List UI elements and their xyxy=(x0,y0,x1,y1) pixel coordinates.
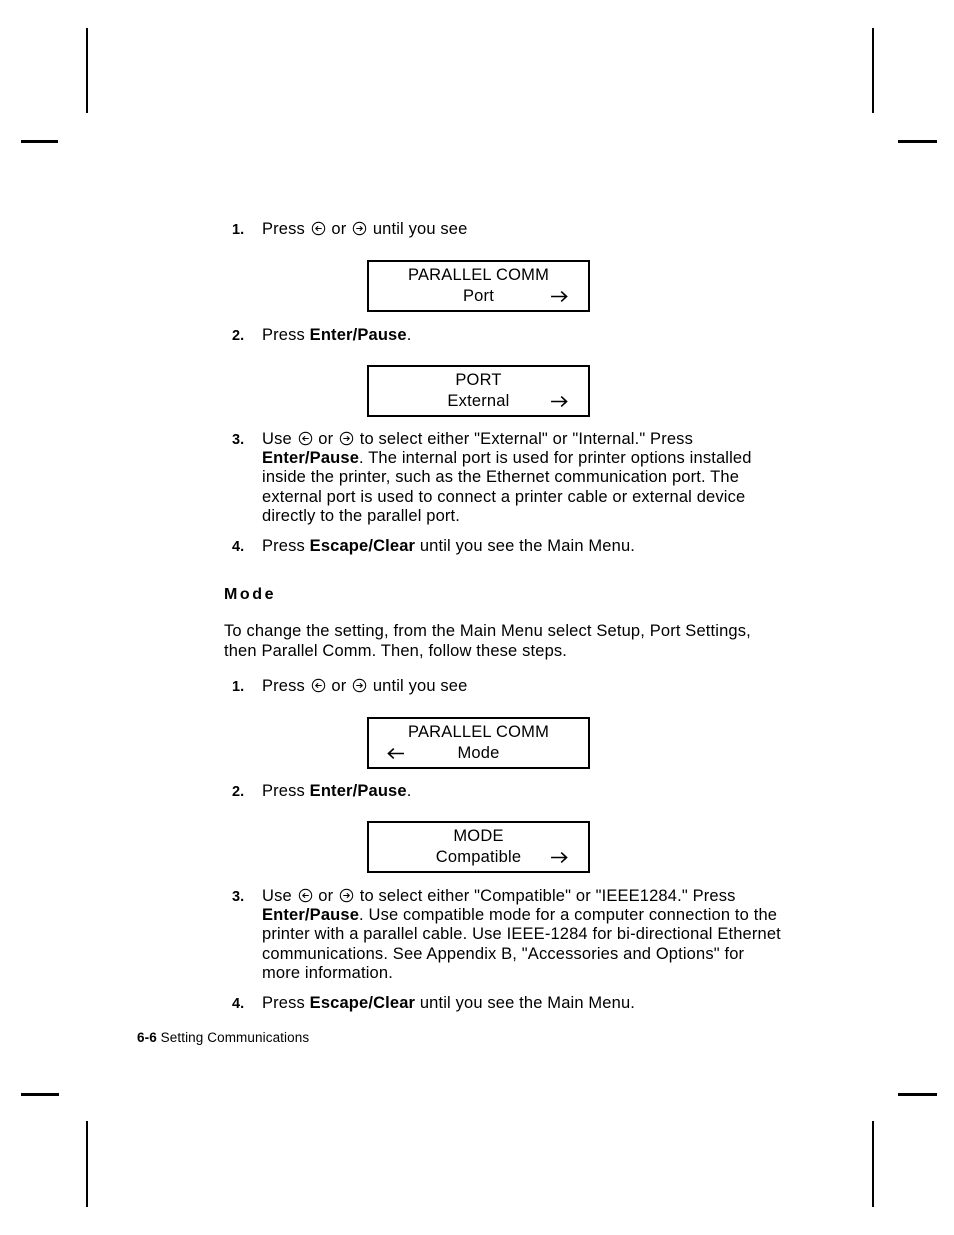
mode-step-2-number: 2. xyxy=(232,784,245,800)
port-step-2-text: Press Enter/Pause. xyxy=(262,326,411,345)
mode-step-4-number: 4. xyxy=(232,996,245,1012)
port-step-3-number: 3. xyxy=(232,432,245,448)
lcd-display-port-external: PORT External xyxy=(367,365,590,417)
circled-left-arrow-icon xyxy=(298,431,313,446)
mode-step-2-text: Press Enter/Pause. xyxy=(262,782,411,801)
port-step-3-key-label: Enter/Pause xyxy=(262,449,360,468)
lcd-display-parallel-comm-port: PARALLEL COMM Port xyxy=(367,260,590,312)
port-step-3-lead: Use xyxy=(262,430,297,448)
left-arrow-icon xyxy=(385,743,406,764)
footer-chapter-title: Setting Communications xyxy=(160,1030,310,1045)
port-step-3-text: Use or to select either "External" or "I… xyxy=(262,430,777,526)
port-step-4-prefix: Press xyxy=(262,537,310,555)
mode-step-2: 2. Press Enter/Pause. xyxy=(232,782,411,802)
mode-step-3: 3. Use or to select either "Compatible" … xyxy=(232,887,787,983)
mode-intro-paragraph: To change the setting, from the Main Men… xyxy=(224,622,751,660)
mode-step-4-key-label: Escape/Clear xyxy=(309,994,416,1012)
port-step-4-suffix: until you see the Main Menu. xyxy=(415,537,636,555)
crop-mark-bottom-right-horizontal xyxy=(898,1093,937,1096)
mode-step-1-text: Press or until you see xyxy=(262,677,467,696)
crop-mark-bottom-left-horizontal xyxy=(21,1093,59,1096)
mode-step-1-prefix: Press xyxy=(262,677,310,695)
port-step-2-key-label: Enter/Pause xyxy=(309,326,407,344)
port-step-3-conj: or xyxy=(313,430,338,448)
mode-step-3-text: Use or to select either "Compatible" or … xyxy=(262,887,787,983)
lcd-display-mode-compatible: MODE Compatible xyxy=(367,821,590,873)
mode-step-4-suffix: until you see the Main Menu. xyxy=(415,994,636,1012)
right-arrow-icon xyxy=(549,286,570,307)
lcd-line-1: PORT xyxy=(455,371,502,389)
circled-right-arrow-icon xyxy=(339,888,354,903)
mode-step-3-conj: or xyxy=(313,887,338,905)
port-step-1-prefix: Press xyxy=(262,220,310,238)
right-arrow-icon xyxy=(549,391,570,412)
port-step-1-text: Press or until you see xyxy=(262,220,467,239)
port-step-3: 3. Use or to select either "External" or… xyxy=(232,430,777,526)
circled-right-arrow-icon xyxy=(339,431,354,446)
mode-step-3-after-keys: to select either "Compatible" or "IEEE12… xyxy=(354,887,688,905)
circled-left-arrow-icon xyxy=(298,888,313,903)
crop-mark-bottom-left-vertical xyxy=(86,1121,88,1207)
port-step-2-suffix: . xyxy=(406,326,412,344)
mode-step-4-text: Press Escape/Clear until you see the Mai… xyxy=(262,994,635,1013)
port-step-1-number: 1. xyxy=(232,222,245,238)
port-step-4: 4. Press Escape/Clear until you see the … xyxy=(232,537,635,557)
mode-step-2-suffix: . xyxy=(406,782,412,800)
circled-right-arrow-icon xyxy=(352,678,367,693)
crop-mark-bottom-right-vertical xyxy=(872,1121,874,1207)
mode-step-3-number: 3. xyxy=(232,889,245,905)
crop-mark-top-right-horizontal xyxy=(898,140,937,143)
mode-step-2-prefix: Press xyxy=(262,782,310,800)
mode-step-3-press: Press xyxy=(692,887,736,905)
section-heading-mode: Mode xyxy=(224,586,277,603)
lcd-line-1: PARALLEL COMM xyxy=(407,723,550,741)
mode-step-4: 4. Press Escape/Clear until you see the … xyxy=(232,994,635,1014)
mode-step-2-key-label: Enter/Pause xyxy=(309,782,407,800)
crop-mark-top-right-vertical xyxy=(872,28,874,113)
port-step-4-key-label: Escape/Clear xyxy=(309,537,416,555)
lcd-display-parallel-comm-mode: PARALLEL COMM Mode xyxy=(367,717,590,769)
port-step-4-text: Press Escape/Clear until you see the Mai… xyxy=(262,537,635,556)
port-step-1-suffix: until you see xyxy=(368,220,468,238)
lcd-line-1: MODE xyxy=(453,827,504,845)
crop-mark-top-left-horizontal xyxy=(21,140,58,143)
port-step-2-number: 2. xyxy=(232,328,245,344)
port-step-1: 1. Press or until you see xyxy=(232,220,467,240)
mode-step-1-number: 1. xyxy=(232,679,245,695)
port-step-3-after-keys: to select either "External" or "Internal… xyxy=(354,430,693,448)
mode-step-1-suffix: until you see xyxy=(368,677,468,695)
page-footer: 6-6 Setting Communications xyxy=(137,1030,309,1045)
circled-left-arrow-icon xyxy=(311,678,326,693)
mode-step-1-conj: or xyxy=(326,677,352,695)
crop-mark-top-left-vertical xyxy=(86,28,88,113)
port-step-1-conj: or xyxy=(326,220,352,238)
footer-page-number: 6-6 xyxy=(137,1030,157,1045)
right-arrow-icon xyxy=(549,847,570,868)
port-step-4-number: 4. xyxy=(232,539,245,555)
mode-step-1: 1. Press or until you see xyxy=(232,677,467,697)
mode-step-4-prefix: Press xyxy=(262,994,310,1012)
circled-right-arrow-icon xyxy=(352,221,367,236)
port-step-2: 2. Press Enter/Pause. xyxy=(232,326,411,346)
port-step-2-prefix: Press xyxy=(262,326,310,344)
mode-step-3-lead: Use xyxy=(262,887,297,905)
circled-left-arrow-icon xyxy=(311,221,326,236)
lcd-line-1: PARALLEL COMM xyxy=(407,266,550,284)
mode-step-3-key-label: Enter/Pause xyxy=(262,906,360,925)
